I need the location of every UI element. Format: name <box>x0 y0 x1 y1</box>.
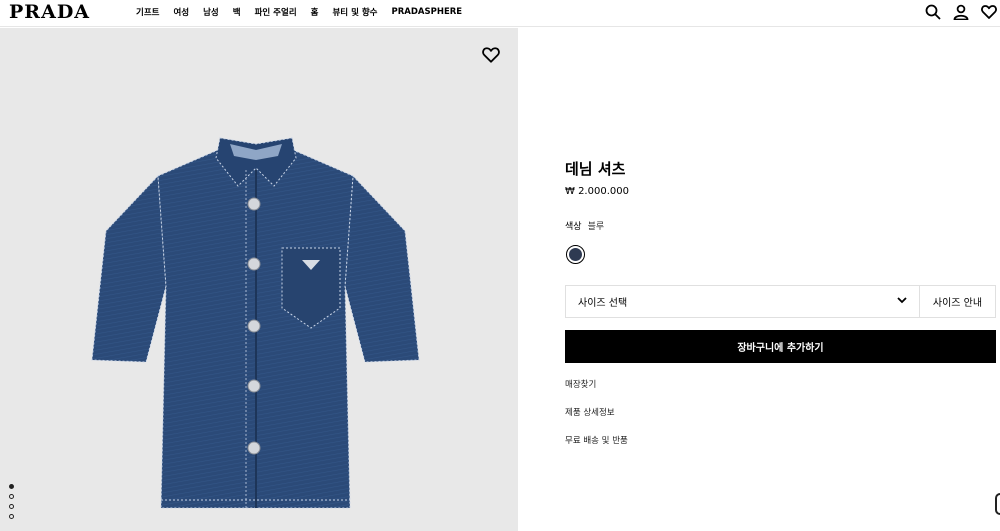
account-icon[interactable] <box>952 3 969 20</box>
product-image-denim-shirt <box>91 137 420 509</box>
gallery-dot[interactable] <box>9 514 14 519</box>
swatch-fill <box>569 248 582 261</box>
nav-item-women[interactable]: 여성 <box>173 6 189 18</box>
header-icons <box>913 3 997 20</box>
main-nav: 기프트 여성 남성 백 파인 주얼리 홈 뷰티 및 향수 PRADASPHERE <box>136 0 476 24</box>
nav-item-home[interactable]: 홈 <box>311 6 319 18</box>
size-controls: 사이즈 선택 사이즈 안내 <box>565 285 996 318</box>
nav-item-men[interactable]: 남성 <box>203 6 219 18</box>
site-header: PRADA 기프트 여성 남성 백 파인 주얼리 홈 뷰티 및 향수 PRADA… <box>0 0 1000 27</box>
gallery-pagination <box>9 484 14 524</box>
wishlist-icon[interactable] <box>980 3 997 20</box>
nav-item-bags[interactable]: 백 <box>233 6 241 18</box>
gallery-dot[interactable] <box>9 494 14 499</box>
size-guide-button[interactable]: 사이즈 안내 <box>920 286 995 317</box>
chevron-down-icon <box>897 296 907 307</box>
shipping-returns-link[interactable]: 무료 배송 및 반품 <box>565 434 628 446</box>
product-price: ₩ 2.000.000 <box>565 186 629 197</box>
prada-logo[interactable]: PRADA <box>9 1 90 23</box>
add-to-cart-button[interactable]: 장바구니에 추가하기 <box>565 330 996 363</box>
gallery-dot[interactable] <box>9 504 14 509</box>
color-swatch-blue[interactable] <box>566 245 585 264</box>
size-select[interactable]: 사이즈 선택 <box>566 286 920 317</box>
size-select-label: 사이즈 선택 <box>578 298 628 309</box>
color-row: 색상 블루 <box>565 219 604 232</box>
product-details-link[interactable]: 제품 상세정보 <box>565 406 615 418</box>
store-finder-link[interactable]: 매장찾기 <box>565 378 596 390</box>
search-icon[interactable] <box>924 3 941 20</box>
gallery-dot[interactable] <box>9 484 14 489</box>
color-value: 블루 <box>587 222 605 232</box>
heart-icon[interactable] <box>482 46 500 64</box>
product-title: 데님 셔츠 <box>565 160 626 178</box>
nav-item-pradasphere[interactable]: PRADASPHERE <box>392 7 463 17</box>
nav-item-gifts[interactable]: 기프트 <box>136 6 159 18</box>
nav-item-fine-jewelry[interactable]: 파인 주얼리 <box>255 6 297 18</box>
nav-item-beauty-fragrance[interactable]: 뷰티 및 향수 <box>332 6 377 18</box>
product-gallery <box>0 28 518 531</box>
color-label: 색상 <box>565 222 582 232</box>
chat-widget-tab[interactable] <box>995 493 1000 515</box>
